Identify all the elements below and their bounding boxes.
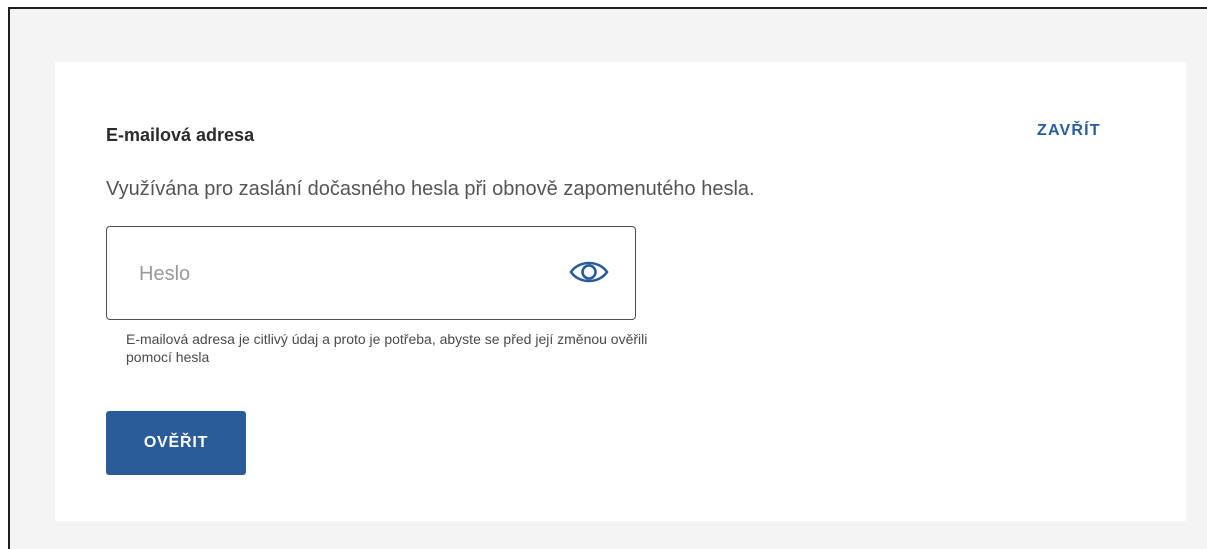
password-input[interactable]: [139, 257, 539, 291]
section-description: Využívána pro zaslání dočasného hesla př…: [106, 178, 755, 200]
verify-button[interactable]: OVĚŘIT: [106, 411, 246, 475]
section-title: E-mailová adresa: [106, 125, 255, 145]
eye-icon: [569, 258, 609, 289]
password-helper-text: E-mailová adresa je citlivý údaj a proto…: [126, 331, 648, 365]
email-settings-card: E-mailová adresa ZAVŘÍT Využívána pro za…: [55, 62, 1186, 521]
page-frame: E-mailová adresa ZAVŘÍT Využívána pro za…: [8, 7, 1207, 549]
toggle-password-visibility-button[interactable]: [567, 255, 611, 291]
close-button[interactable]: ZAVŘÍT: [1037, 122, 1101, 140]
password-field: [106, 226, 636, 320]
